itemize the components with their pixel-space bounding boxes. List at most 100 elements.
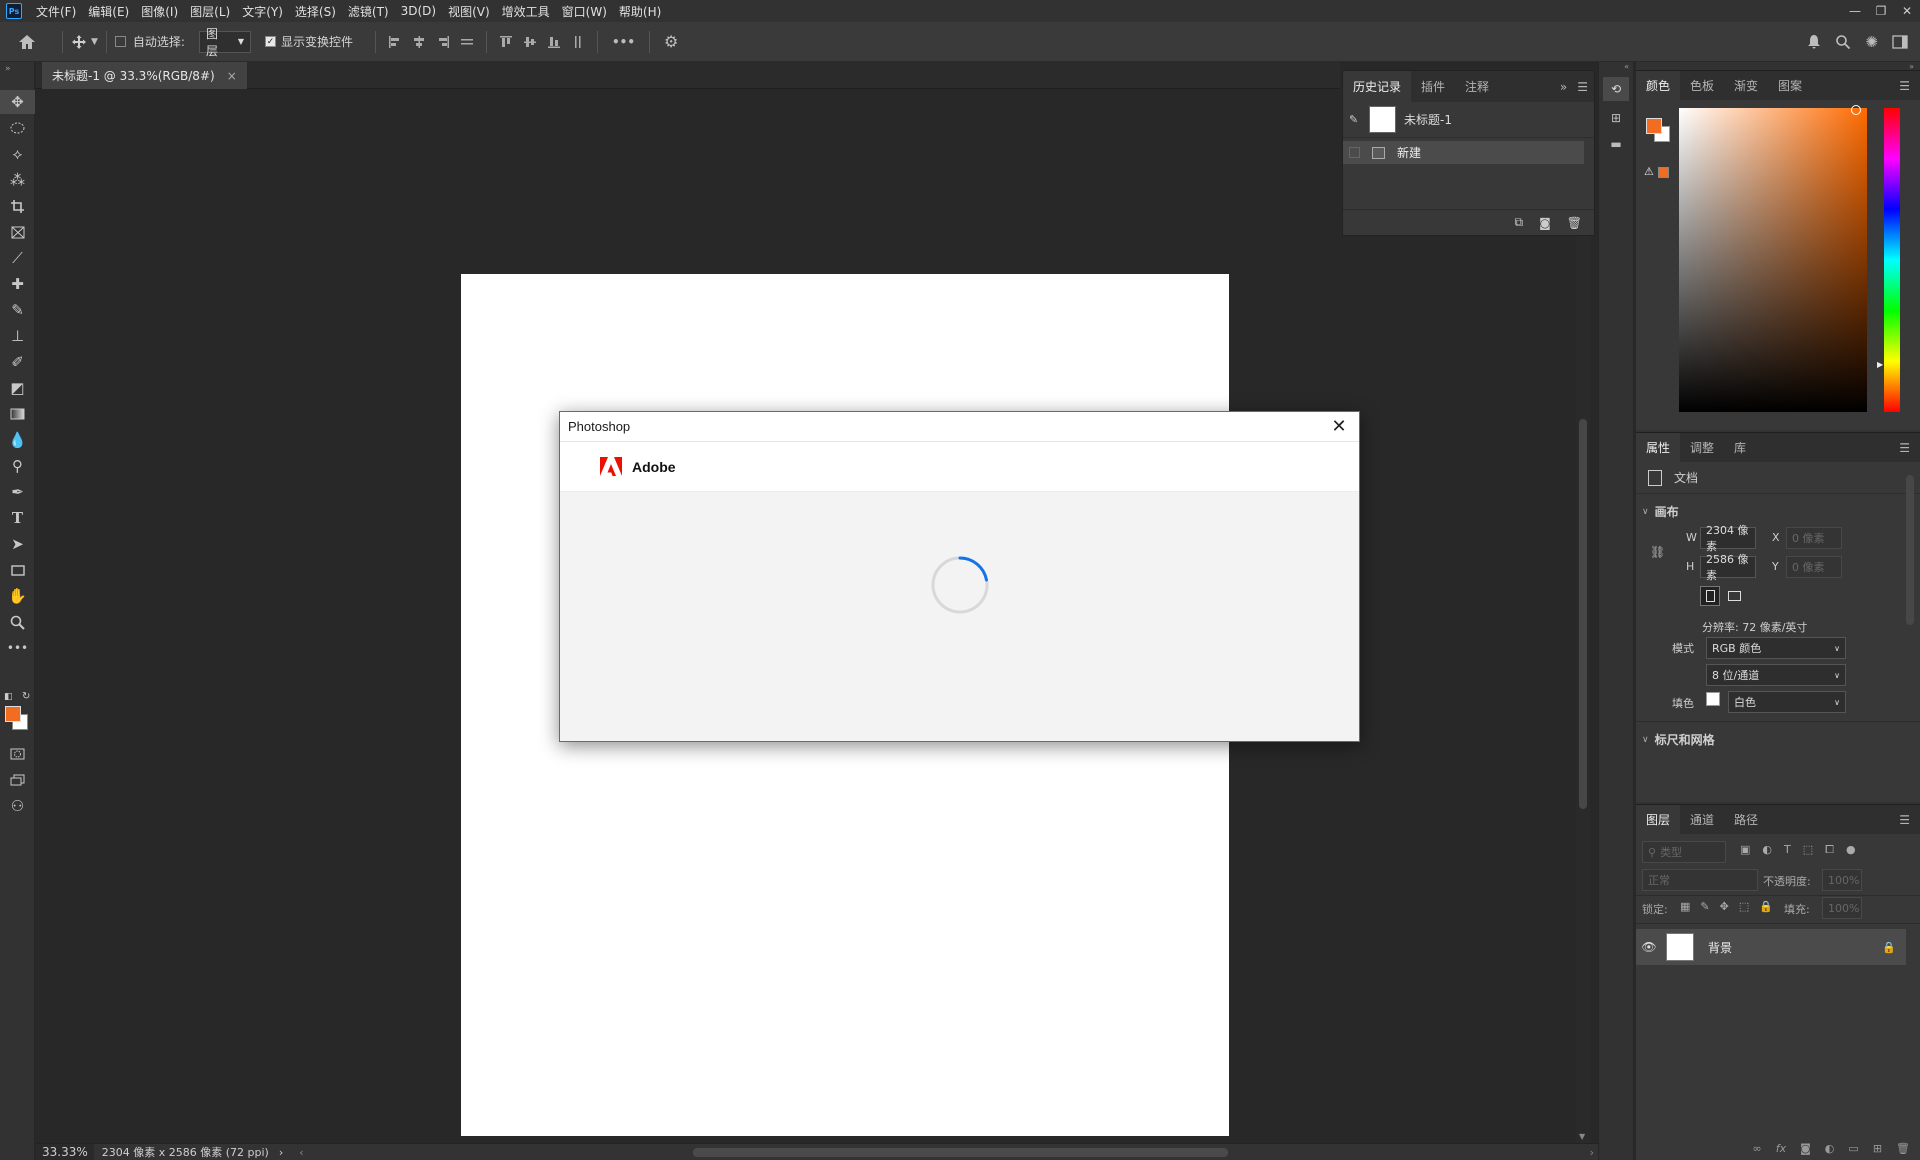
document-tab[interactable]: 未标题-1 @ 33.3%(RGB/8#) × — [42, 62, 247, 89]
menu-type[interactable]: 文字(Y) — [236, 3, 289, 20]
swap-colors-icon[interactable]: ↻ — [22, 691, 30, 702]
menu-file[interactable]: 文件(F) — [30, 3, 82, 20]
history-step-row[interactable]: 新建 — [1343, 141, 1584, 164]
tab-channels[interactable]: 通道 — [1680, 805, 1724, 834]
tab-swatches[interactable]: 色板 — [1680, 71, 1724, 100]
dodge-tool-icon[interactable]: ⚲ — [0, 454, 35, 478]
tab-gradients[interactable]: 渐变 — [1724, 71, 1768, 100]
adjustment-layer-filter-icon[interactable]: ◐ — [1762, 843, 1772, 857]
history-brush-source-icon[interactable]: ✎ — [1349, 113, 1365, 126]
trash-icon[interactable]: 🗑 — [1896, 1142, 1910, 1155]
color-field[interactable] — [1679, 105, 1867, 412]
tab-properties[interactable]: 属性 — [1636, 433, 1681, 462]
more-options-button[interactable]: ••• — [612, 35, 635, 49]
scroll-left-icon[interactable]: ‹ — [283, 1146, 303, 1159]
filter-toggle-icon[interactable]: ● — [1846, 843, 1856, 857]
height-field[interactable]: 2586 像素 — [1700, 553, 1756, 582]
path-selection-tool-icon[interactable]: ➤ — [0, 532, 35, 556]
show-transform-checkbox[interactable]: ✓ — [264, 36, 276, 47]
fill-field[interactable]: 100% — [1822, 897, 1862, 919]
new-layer-icon[interactable]: ⊞ — [1873, 1142, 1882, 1155]
tab-patterns[interactable]: 图案 — [1768, 71, 1812, 100]
move-tool-preset[interactable]: ▼ — [71, 22, 98, 62]
align-top-icon[interactable] — [499, 35, 513, 49]
quick-select-tool-icon[interactable]: ⟡ — [0, 142, 35, 166]
gradient-tool-icon[interactable] — [0, 402, 35, 426]
type-layer-filter-icon[interactable]: T — [1784, 843, 1791, 857]
auto-select-target-dropdown[interactable]: 图层 ▼ — [198, 27, 251, 58]
workspace-icon[interactable] — [1892, 35, 1908, 49]
lightbulb-icon[interactable]: ✺ — [1865, 33, 1878, 51]
home-button[interactable] — [0, 22, 54, 62]
type-tool-icon[interactable]: T — [0, 506, 35, 530]
width-field[interactable]: 2304 像素 — [1700, 524, 1756, 553]
lock-image-icon[interactable]: ✎ — [1700, 900, 1709, 913]
smart-object-filter-icon[interactable]: ⧠ — [1825, 843, 1834, 857]
canvas-section-header[interactable]: ∨ 画布 — [1642, 503, 1679, 520]
bell-icon[interactable] — [1807, 34, 1821, 50]
tab-notes[interactable]: 注释 — [1455, 71, 1499, 102]
blend-mode-dropdown[interactable]: 正常 — [1642, 869, 1758, 891]
gamut-swatch[interactable] — [1658, 167, 1669, 178]
menu-layer[interactable]: 图层(L) — [184, 3, 236, 20]
notes-panel-icon[interactable]: ▬ — [1603, 132, 1629, 156]
gear-icon[interactable]: ⚙ — [664, 32, 678, 51]
menu-3d[interactable]: 3D(D) — [395, 4, 442, 18]
distribute-horizontal-icon[interactable] — [460, 35, 474, 49]
tab-adjustments[interactable]: 调整 — [1680, 433, 1724, 462]
vertical-scrollbar[interactable]: ▼ — [1576, 89, 1590, 1143]
history-step-checkbox[interactable] — [1349, 147, 1360, 158]
panel-menu-icon[interactable]: ☰ — [1889, 71, 1920, 100]
link-icon[interactable]: ⛓ — [1650, 545, 1665, 559]
panel-menu-icon[interactable]: ☰ — [1889, 433, 1920, 462]
align-left-icon[interactable] — [388, 35, 402, 49]
menu-help[interactable]: 帮助(H) — [613, 3, 667, 20]
panel-menu-icon[interactable]: ☰ — [1889, 805, 1920, 834]
out-of-gamut-warning-icon[interactable]: ⚠ — [1644, 165, 1654, 178]
tab-history[interactable]: 历史记录 — [1343, 71, 1412, 102]
y-field[interactable]: 0 像素 — [1786, 556, 1842, 578]
status-menu-arrow[interactable]: › — [269, 1146, 283, 1159]
landscape-orientation-button[interactable] — [1724, 586, 1744, 606]
search-icon[interactable] — [1835, 34, 1851, 50]
menu-filter[interactable]: 滤镜(T) — [342, 3, 395, 20]
align-center-icon[interactable] — [412, 35, 426, 49]
lock-all-icon[interactable]: 🔒 — [1759, 900, 1773, 913]
minimize-icon[interactable]: — — [1842, 0, 1868, 22]
mode-dropdown[interactable]: RGB 颜色 ∨ — [1706, 637, 1846, 659]
menu-plugins[interactable]: 增效工具 — [496, 3, 556, 20]
eraser-tool-icon[interactable]: ◩ — [0, 376, 35, 400]
scroll-right-icon[interactable]: › — [1590, 1146, 1594, 1159]
link-layers-icon[interactable]: ∞ — [1753, 1142, 1762, 1155]
hand-tool-icon[interactable]: ✋ — [0, 584, 35, 608]
camera-icon[interactable]: ◙ — [1539, 216, 1551, 230]
collapse-panel-icon[interactable]: » — [1556, 71, 1571, 102]
collapse-toolbar-icon[interactable]: » — [5, 64, 11, 74]
lock-transparency-icon[interactable]: ▦ — [1680, 900, 1690, 913]
portrait-orientation-button[interactable] — [1700, 586, 1720, 606]
frame-tool-icon[interactable] — [0, 220, 35, 244]
rulers-section-header[interactable]: ∨ 标尺和网格 — [1642, 731, 1715, 748]
auto-select-checkbox[interactable] — [114, 36, 126, 47]
lock-position-icon[interactable]: ✥ — [1720, 900, 1729, 913]
generative-fill-icon[interactable]: ⚇ — [0, 794, 35, 818]
menu-edit[interactable]: 编辑(E) — [82, 3, 135, 20]
hue-slider-handle[interactable]: ▶ — [1877, 360, 1883, 369]
menu-view[interactable]: 视图(V) — [442, 3, 496, 20]
hue-slider[interactable] — [1884, 108, 1900, 412]
color-picker-marker[interactable] — [1851, 105, 1861, 115]
restore-icon[interactable]: ❐ — [1868, 0, 1894, 22]
layer-row[interactable]: 👁 背景 🔒 — [1636, 929, 1906, 965]
expand-panels-icon[interactable]: « — [1599, 62, 1633, 72]
zoom-level[interactable]: 33.33% — [36, 1144, 94, 1160]
plugins-panel-icon[interactable]: ⊞ — [1603, 106, 1629, 130]
menu-window[interactable]: 窗口(W) — [556, 3, 613, 20]
foreground-color-swatch[interactable] — [5, 706, 21, 722]
edit-toolbar-icon[interactable]: ••• — [0, 636, 35, 660]
new-document-from-state-icon[interactable]: ⧉ — [1515, 215, 1524, 230]
shape-layer-filter-icon[interactable]: ⬚ — [1803, 843, 1813, 857]
align-middle-icon[interactable] — [523, 35, 537, 49]
layer-mask-icon[interactable]: ◙ — [1800, 1142, 1811, 1155]
blur-tool-icon[interactable]: 💧 — [0, 428, 35, 452]
pixel-layer-filter-icon[interactable]: ▣ — [1740, 843, 1750, 857]
